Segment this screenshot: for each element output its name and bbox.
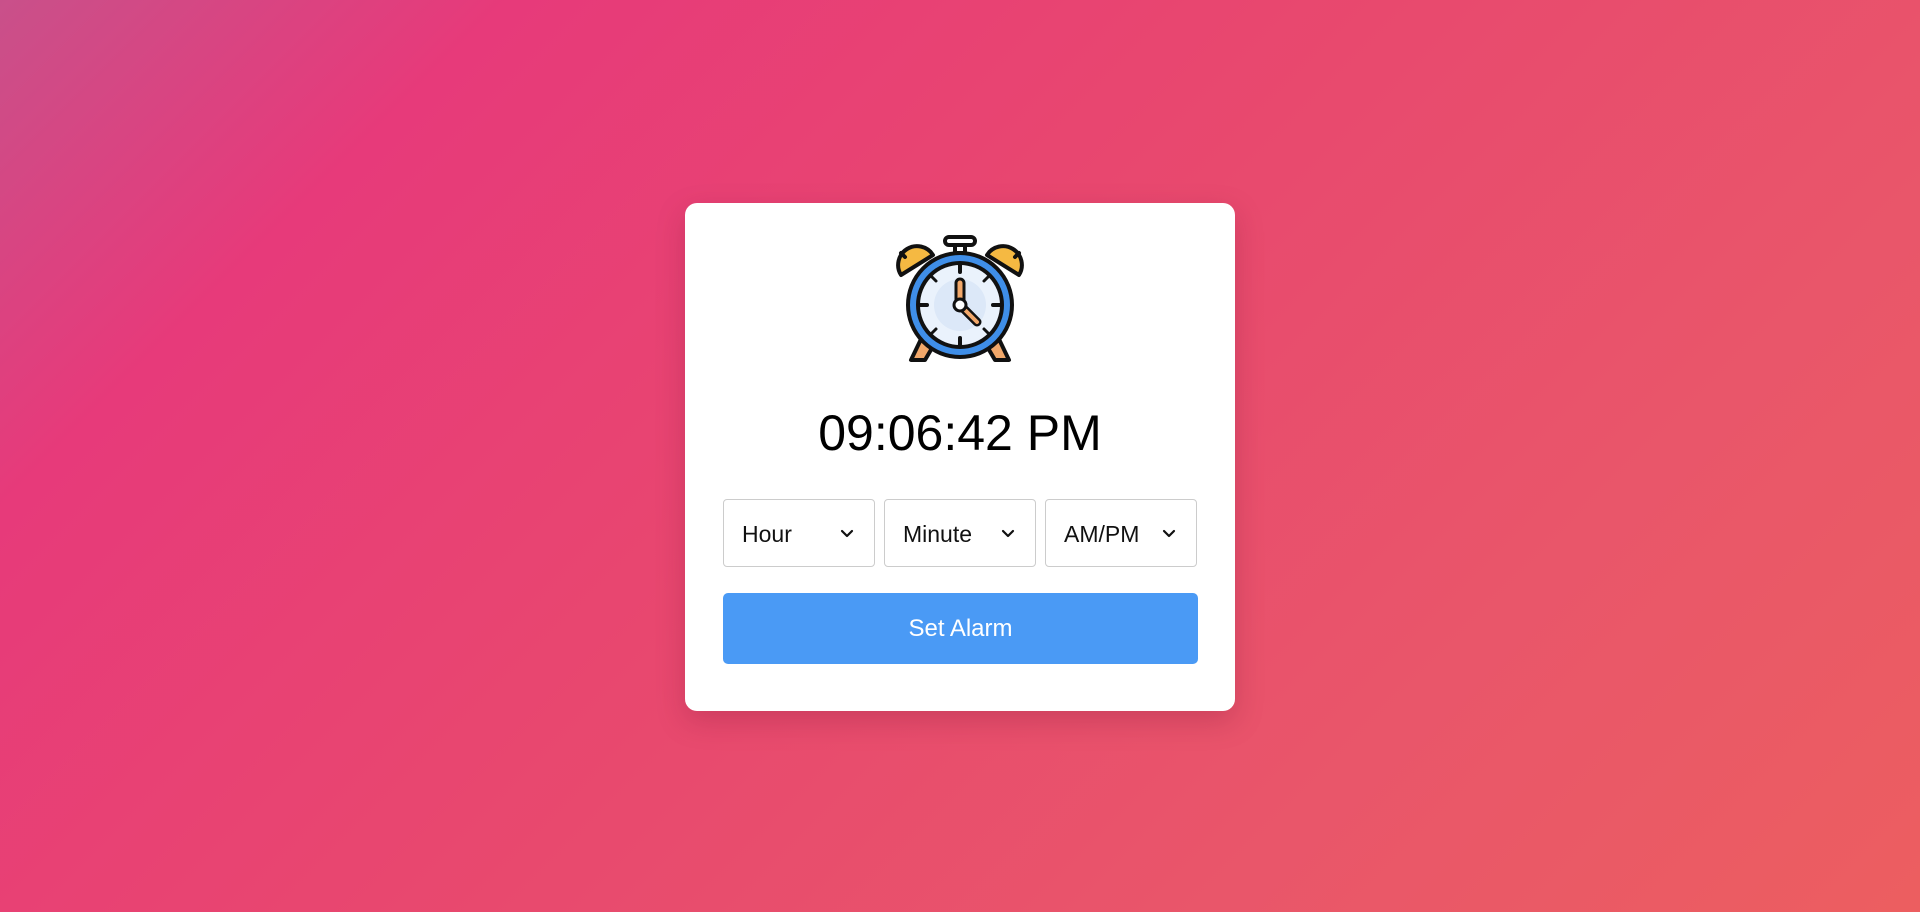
current-time: 09:06:42 PM [818, 405, 1102, 461]
set-alarm-button[interactable]: Set Alarm [723, 593, 1198, 664]
alarm-time-selects: Hour Minute AM/PM [723, 499, 1197, 567]
minute-select[interactable]: Minute [884, 499, 1036, 567]
hour-select[interactable]: Hour [723, 499, 875, 567]
chevron-down-icon [1162, 529, 1176, 538]
chevron-down-icon [1001, 529, 1015, 538]
hour-select-value: Hour [742, 521, 792, 547]
alarm-clock-icon [893, 235, 1027, 369]
chevron-down-icon [840, 529, 854, 538]
ampm-select[interactable]: AM/PM [1045, 499, 1197, 567]
alarm-card: 09:06:42 PM Hour Minute AM/PM Set Alarm [685, 203, 1235, 711]
ampm-select-value: AM/PM [1064, 521, 1140, 547]
minute-select-value: Minute [903, 521, 973, 547]
